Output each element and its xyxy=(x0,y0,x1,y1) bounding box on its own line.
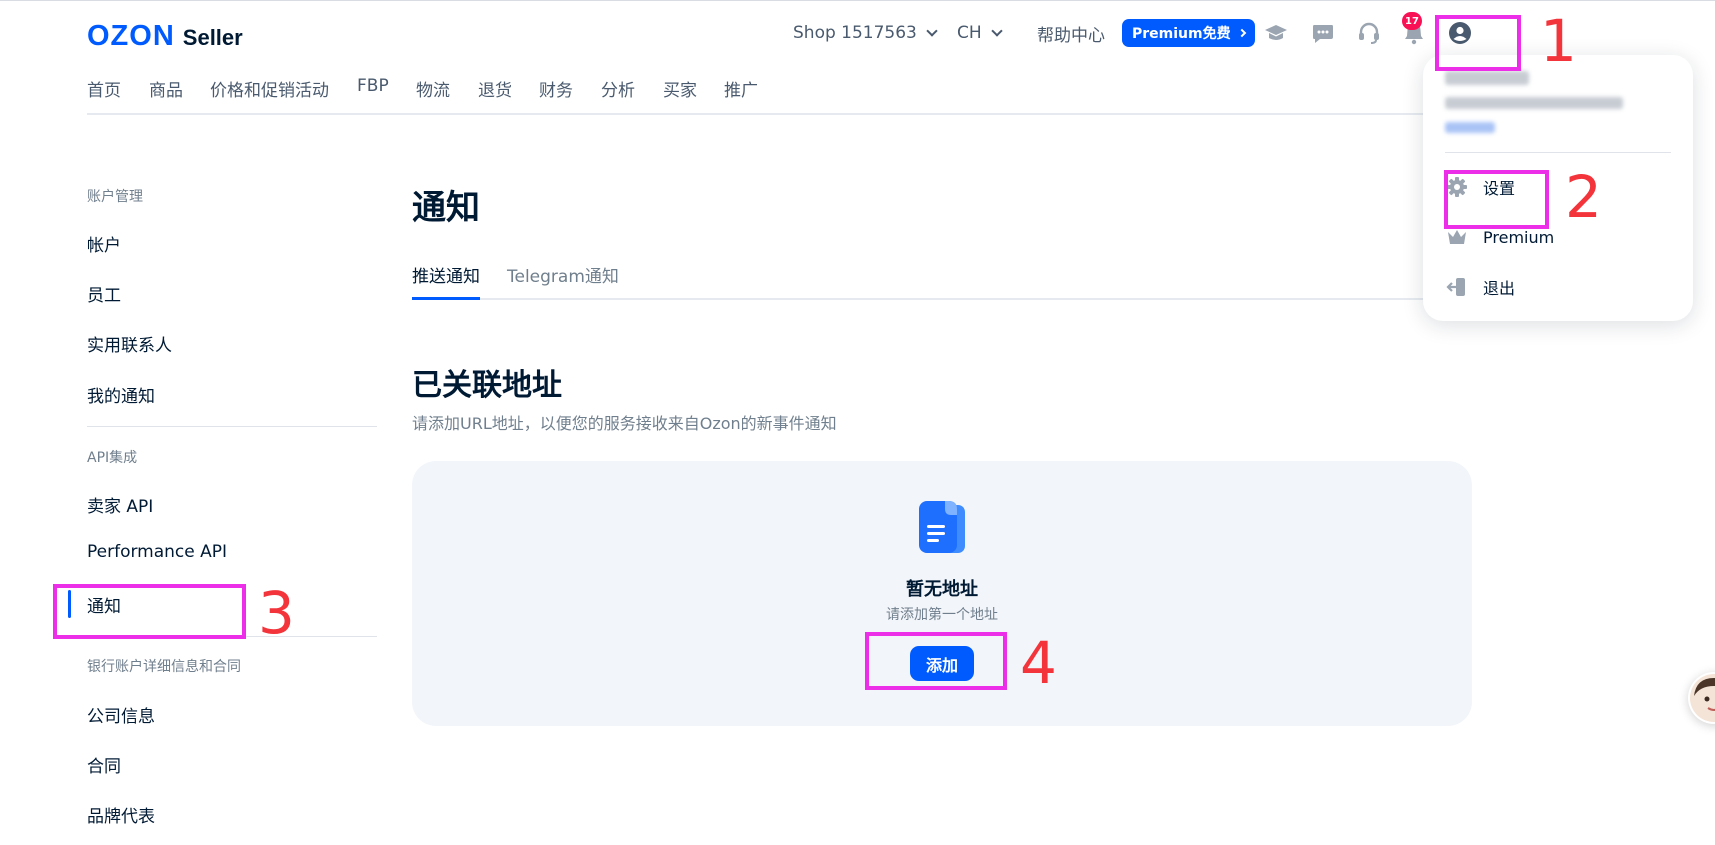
sidebar-section-bank-contracts: 银行账户详细信息和合同 xyxy=(87,659,241,675)
nav-item-promotion[interactable]: 推广 xyxy=(724,76,758,101)
dropdown-divider xyxy=(1445,152,1671,153)
redacted-user-name xyxy=(1445,71,1529,85)
notification-count-badge: 17 xyxy=(1402,12,1422,30)
nav-item-finance[interactable]: 财务 xyxy=(539,76,573,101)
sidebar-item-seller-api[interactable]: 卖家 API xyxy=(87,492,153,517)
sidebar-item-account[interactable]: 帐户 xyxy=(87,231,121,256)
nav-item-analytics[interactable]: 分析 xyxy=(601,76,635,101)
sidebar-item-contracts[interactable]: 合同 xyxy=(87,752,121,777)
chevron-right-icon xyxy=(1237,28,1246,38)
tab-push-notifications[interactable]: 推送通知 xyxy=(412,262,480,300)
sidebar-section-account: 账户管理 xyxy=(87,189,143,205)
section-description: 请添加URL地址，以便您的服务接收来自Ozon的新事件通知 xyxy=(412,414,837,433)
document-icon xyxy=(915,501,969,557)
logo-seller-text: Seller xyxy=(182,25,243,50)
assistant-avatar-icon[interactable] xyxy=(1688,672,1715,724)
nav-item-home[interactable]: 首页 xyxy=(87,76,121,101)
help-center-label: 帮助中心 xyxy=(1037,25,1105,46)
section-title: 已关联地址 xyxy=(412,368,562,403)
tab-telegram-notifications[interactable]: Telegram通知 xyxy=(507,262,619,300)
logo-ozon-text: OZON xyxy=(87,20,175,52)
sidebar-item-performance-api[interactable]: Performance API xyxy=(87,542,227,562)
nav-item-returns[interactable]: 退货 xyxy=(478,76,512,101)
nav-item-products[interactable]: 商品 xyxy=(149,76,183,101)
annotation-number-1: 1 xyxy=(1540,7,1577,75)
premium-button-label: Premium免费 xyxy=(1132,26,1231,42)
chevron-down-icon xyxy=(990,24,1003,37)
annotation-number-4: 4 xyxy=(1020,629,1057,697)
sidebar-item-contacts[interactable]: 实用联系人 xyxy=(87,331,172,356)
logout-icon xyxy=(1445,275,1469,299)
empty-state-subtitle: 请添加第一个地址 xyxy=(886,607,998,623)
sidebar-divider xyxy=(87,426,377,427)
annotation-box-3 xyxy=(53,584,246,639)
headset-icon[interactable] xyxy=(1357,21,1381,45)
nav-item-buyers[interactable]: 买家 xyxy=(663,76,697,101)
help-center-link[interactable]: 帮助中心 xyxy=(1037,19,1105,47)
nav-item-pricing-promotions[interactable]: 价格和促销活动 xyxy=(210,76,329,101)
sidebar-item-my-notifications[interactable]: 我的通知 xyxy=(87,382,155,407)
nav-item-fbp[interactable]: FBP xyxy=(357,76,389,96)
redacted-profile-link[interactable] xyxy=(1445,122,1495,133)
graduation-cap-icon[interactable] xyxy=(1264,21,1288,45)
page-title: 通知 xyxy=(412,188,480,228)
annotation-box-1 xyxy=(1435,15,1521,71)
language-label: CH xyxy=(957,23,982,43)
sidebar-item-brand-representative[interactable]: 品牌代表 xyxy=(87,802,155,827)
nav-item-logistics[interactable]: 物流 xyxy=(416,76,450,101)
sidebar-item-company-info[interactable]: 公司信息 xyxy=(87,702,155,727)
annotation-number-2: 2 xyxy=(1565,163,1602,231)
menu-item-logout-label: 退出 xyxy=(1483,279,1516,298)
menu-item-logout[interactable]: 退出 xyxy=(1445,274,1515,300)
notification-tabs: 推送通知 Telegram通知 xyxy=(412,262,1472,300)
sidebar-section-api: API集成 xyxy=(87,450,138,466)
shop-label: Shop 1517563 xyxy=(793,23,917,43)
annotation-box-4 xyxy=(865,632,1007,690)
chevron-down-icon xyxy=(926,24,938,37)
language-selector[interactable]: CH xyxy=(957,19,1003,47)
annotation-box-2 xyxy=(1444,170,1549,229)
premium-free-button[interactable]: Premium免费 xyxy=(1122,19,1255,47)
nav-divider xyxy=(87,113,1507,115)
empty-state-title: 暂无地址 xyxy=(906,579,978,600)
shop-selector[interactable]: Shop 1517563 xyxy=(793,19,938,47)
redacted-user-email xyxy=(1445,97,1623,109)
chat-icon[interactable] xyxy=(1311,21,1335,45)
menu-item-premium-label: Premium xyxy=(1483,227,1555,247)
ozon-seller-logo[interactable]: OZON Seller xyxy=(87,20,243,53)
annotation-number-3: 3 xyxy=(258,579,295,647)
sidebar-item-employees[interactable]: 员工 xyxy=(87,281,121,306)
